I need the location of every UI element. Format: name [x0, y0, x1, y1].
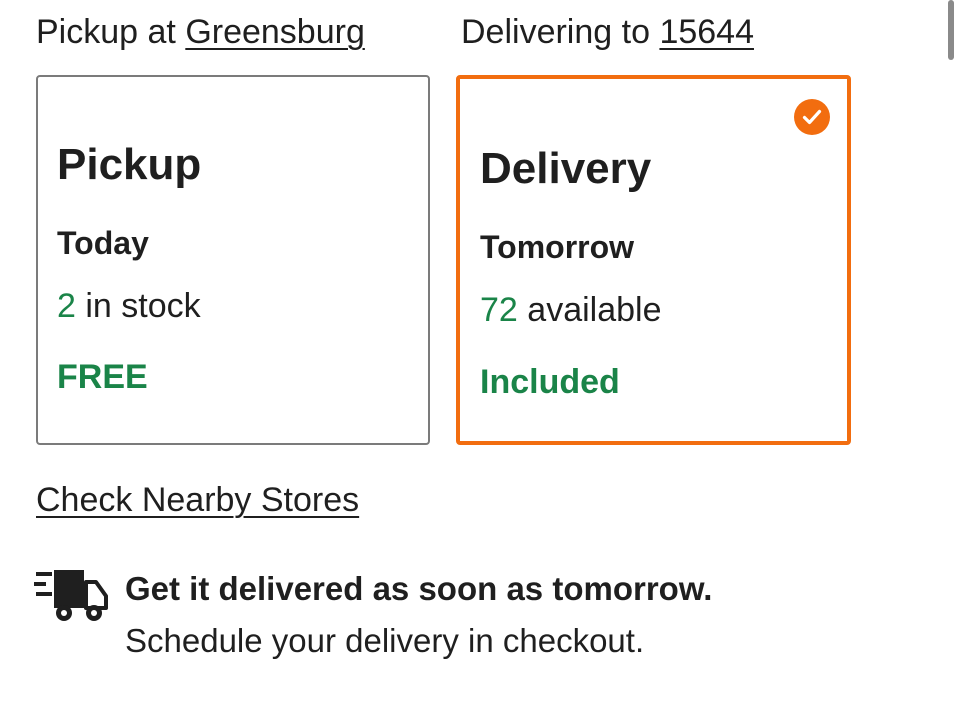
pickup-location-prefix: Pickup at	[36, 13, 176, 51]
delivery-card-when: Tomorrow	[480, 229, 635, 265]
delivery-stock-count: 72	[480, 291, 518, 329]
delivery-zip-link[interactable]: 15644	[659, 13, 754, 51]
delivery-card-stock: 72 available	[480, 291, 662, 329]
delivery-card-price: Included	[480, 363, 620, 401]
delivery-truck-icon	[34, 566, 110, 626]
check-nearby-stores-link[interactable]: Check Nearby Stores	[36, 480, 359, 520]
delivery-location-line: Delivering to 15644	[461, 12, 754, 52]
pickup-store-link[interactable]: Greensburg	[185, 13, 365, 51]
delivery-card-title: Delivery	[480, 144, 652, 193]
delivery-promo-subtitle: Schedule your delivery in checkout.	[125, 622, 645, 659]
pickup-card-title: Pickup	[57, 140, 202, 189]
pickup-stock-count: 2	[57, 287, 76, 325]
pickup-stock-label: in stock	[85, 287, 201, 325]
pickup-card-stock: 2 in stock	[57, 287, 201, 325]
pickup-option-card[interactable]: Pickup Today 2 in stock FREE	[36, 75, 430, 445]
check-circle-icon	[794, 99, 830, 135]
scrollbar-thumb[interactable]	[948, 0, 954, 60]
delivery-promo-title: Get it delivered as soon as tomorrow.	[125, 570, 713, 607]
pickup-card-when: Today	[57, 225, 149, 261]
delivery-location-prefix: Delivering to	[461, 13, 650, 51]
fulfillment-page: Pickup at Greensburg Delivering to 15644…	[0, 0, 960, 720]
pickup-location-line: Pickup at Greensburg	[36, 12, 365, 52]
pickup-card-price: FREE	[57, 358, 148, 396]
delivery-option-card[interactable]: Delivery Tomorrow 72 available Included	[456, 75, 851, 445]
delivery-stock-label: available	[527, 291, 662, 329]
